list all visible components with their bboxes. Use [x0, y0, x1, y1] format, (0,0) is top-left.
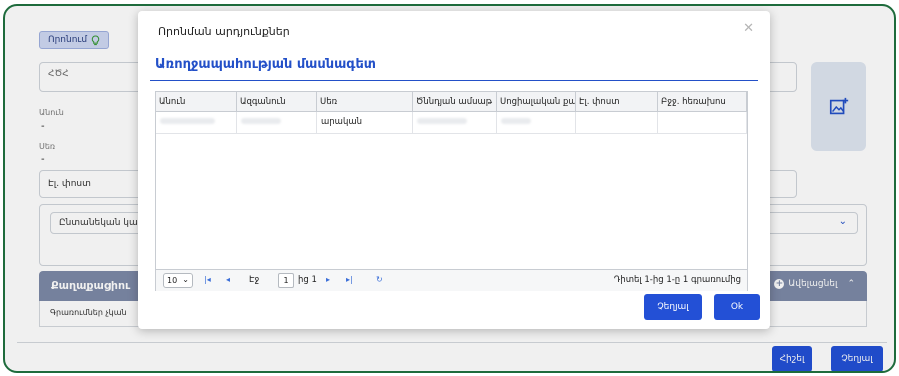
page-label: Էջ	[249, 275, 260, 285]
results-grid: Անուն Ազգանուն Սեռ Ծննդյան ամսաթ Սոցիալա…	[155, 91, 748, 291]
modal-ok-button[interactable]: Ok	[714, 294, 760, 320]
column-header-email[interactable]: Էլ. փոստ	[576, 92, 658, 112]
chevron-down-icon: ⌄	[182, 275, 189, 284]
next-page-icon[interactable]: ▸	[326, 275, 330, 284]
column-header-mobile[interactable]: Բջջ. հեռախոս	[658, 92, 747, 112]
cell-social-card	[497, 112, 576, 134]
first-page-icon[interactable]: |◂	[204, 275, 211, 284]
grid-pager: 10 ⌄ |◂ ◂ Էջ 1 ից 1 ▸ ▸| ↻ Դիտել 1-ից 1-…	[156, 269, 747, 291]
cell-first-name	[156, 112, 237, 134]
page-input[interactable]: 1	[278, 273, 294, 288]
page-size-select[interactable]: 10 ⌄	[163, 273, 193, 288]
cell-gender: արական	[317, 112, 413, 134]
cell-last-name	[237, 112, 317, 134]
close-icon[interactable]: ✕	[743, 21, 754, 36]
prev-page-icon[interactable]: ◂	[226, 275, 230, 284]
column-header-first-name[interactable]: Անուն	[156, 92, 237, 112]
pager-summary: Դիտել 1-ից 1-ը 1 գրառումից	[613, 275, 741, 285]
cell-birth-date	[413, 112, 497, 134]
column-header-last-name[interactable]: Ազգանուն	[237, 92, 317, 112]
modal-title: Որոնման արդյունքներ	[158, 25, 290, 38]
grid-header: Անուն Ազգանուն Սեռ Ծննդյան ամսաթ Սոցիալա…	[156, 92, 747, 112]
modal-subtitle: Առողջապահության մասնագետ	[155, 57, 376, 72]
refresh-icon[interactable]: ↻	[376, 275, 383, 284]
column-header-gender[interactable]: Սեռ	[317, 92, 413, 112]
table-row[interactable]: արական	[156, 112, 747, 134]
of-pages-label: ից 1	[298, 275, 317, 285]
cell-email	[576, 112, 658, 134]
column-header-birth-date[interactable]: Ծննդյան ամսաթ	[413, 92, 497, 112]
cell-mobile	[658, 112, 747, 134]
subtitle-underline	[150, 80, 758, 81]
column-header-social-card[interactable]: Սոցիալական քա	[497, 92, 576, 112]
page-size-value: 10	[167, 276, 178, 285]
modal-cancel-button[interactable]: Չեղյալ	[644, 294, 702, 320]
app-frame: Որոնում ՀԾՀ Անուն - Սեռ - Էլ. փոստ Ընտան…	[3, 4, 896, 373]
last-page-icon[interactable]: ▸|	[346, 275, 353, 284]
search-results-modal: Որոնման արդյունքներ ✕ Առողջապահության մա…	[138, 11, 770, 329]
